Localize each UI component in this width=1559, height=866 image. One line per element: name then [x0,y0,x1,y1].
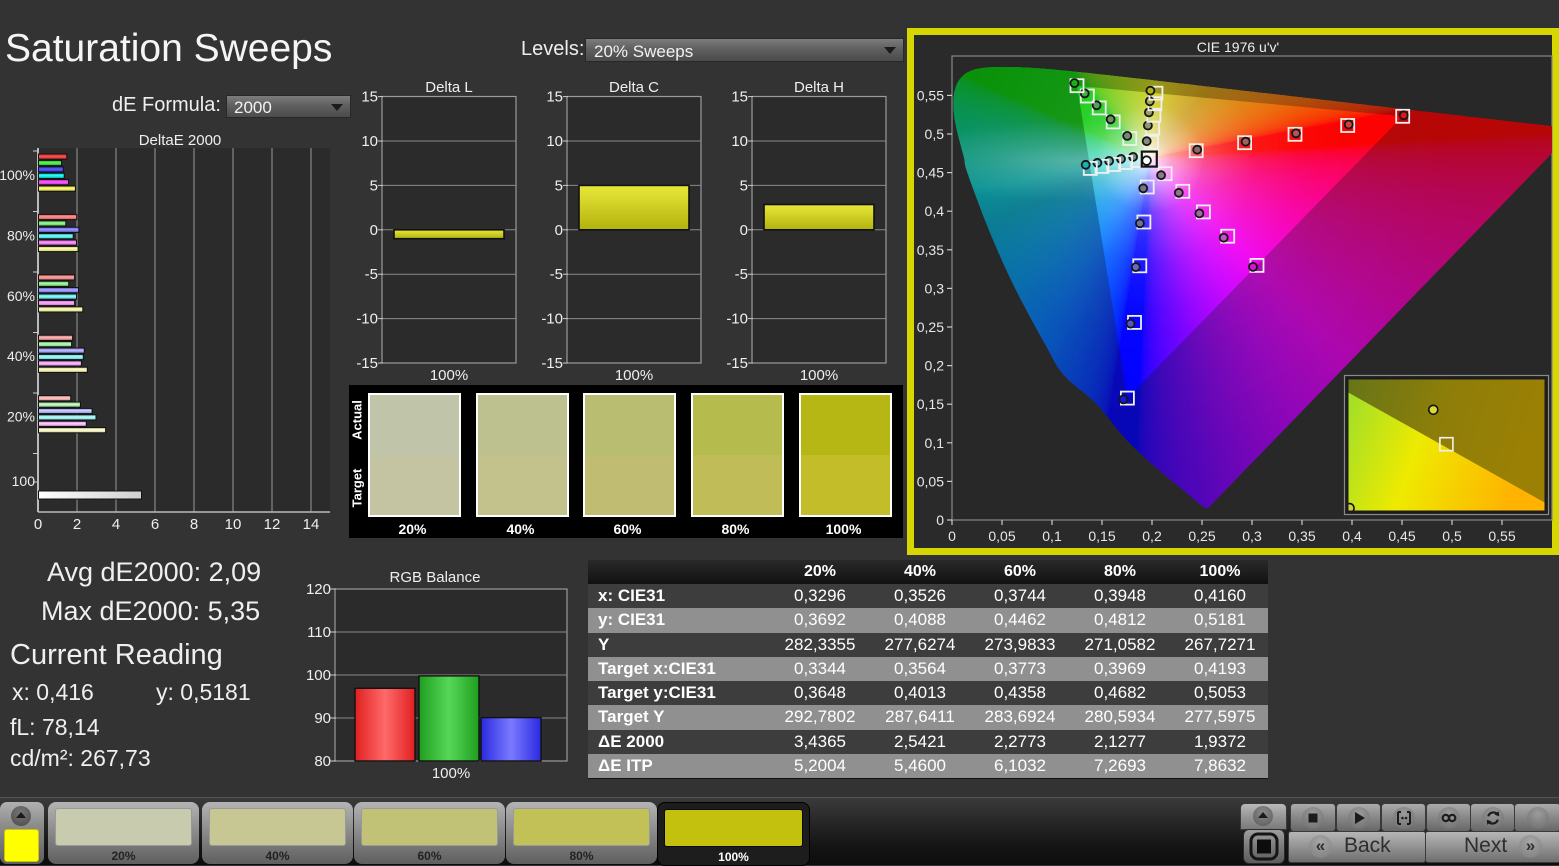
svg-text:0,15: 0,15 [1088,528,1115,544]
svg-text:-10: -10 [356,311,378,328]
svg-text:0,4: 0,4 [1342,528,1362,544]
svg-text:0,45: 0,45 [1388,528,1415,544]
svg-text:0,05: 0,05 [917,473,944,489]
svg-text:80: 80 [314,753,331,770]
svg-text:0,3: 0,3 [925,280,945,296]
svg-text:15: 15 [546,89,563,106]
svg-text:100%: 100% [432,765,470,780]
svg-text:120: 120 [306,581,331,598]
svg-text:-15: -15 [356,355,378,372]
svg-text:0,55: 0,55 [917,87,944,103]
svg-text:0,1: 0,1 [1042,528,1062,544]
svg-text:0,4: 0,4 [925,203,945,219]
svg-text:5: 5 [740,177,748,194]
svg-text:0,1: 0,1 [925,435,945,451]
svg-text:100: 100 [12,473,36,489]
svg-text:DeltaE 2000: DeltaE 2000 [139,132,222,149]
svg-text:0,15: 0,15 [917,396,944,412]
svg-text:0: 0 [948,528,956,544]
svg-text:10: 10 [546,133,563,150]
svg-text:RGB Balance: RGB Balance [390,569,481,586]
svg-text:-5: -5 [365,266,378,283]
svg-text:CIE 1976 u'v': CIE 1976 u'v' [1197,39,1279,55]
svg-text:0,35: 0,35 [917,242,944,258]
svg-text:14: 14 [303,516,320,533]
svg-text:0,25: 0,25 [917,319,944,335]
svg-text:0: 0 [34,516,42,533]
svg-text:-15: -15 [541,355,563,372]
svg-text:10: 10 [361,133,378,150]
svg-text:110: 110 [307,624,331,641]
svg-text:0,55: 0,55 [1488,528,1515,544]
svg-text:0,25: 0,25 [1188,528,1215,544]
svg-text:-10: -10 [541,311,563,328]
svg-text:0,2: 0,2 [1142,528,1162,544]
svg-text:60%: 60% [7,288,35,304]
svg-text:0,5: 0,5 [925,126,945,142]
svg-text:100%: 100% [800,367,838,384]
svg-text:0,2: 0,2 [925,358,945,374]
svg-text:80%: 80% [7,227,35,243]
svg-text:15: 15 [361,89,378,106]
svg-text:2: 2 [73,516,81,533]
svg-text:0,45: 0,45 [917,165,944,181]
svg-text:100%: 100% [430,367,468,384]
svg-text:0,5: 0,5 [1442,528,1462,544]
svg-text:8: 8 [190,516,198,533]
svg-text:Delta H: Delta H [794,80,844,96]
svg-text:Delta C: Delta C [609,80,659,96]
svg-text:0: 0 [370,222,378,239]
svg-text:10: 10 [731,133,748,150]
svg-text:-5: -5 [735,266,748,283]
svg-text:12: 12 [264,516,281,533]
svg-text:5: 5 [370,177,378,194]
svg-text:0,35: 0,35 [1288,528,1315,544]
svg-text:Delta L: Delta L [425,80,473,96]
svg-text:-10: -10 [726,311,748,328]
svg-text:0: 0 [740,222,748,239]
svg-text:100%: 100% [0,167,35,183]
svg-text:15: 15 [731,89,748,106]
svg-text:-5: -5 [550,266,563,283]
svg-text:90: 90 [314,710,331,727]
svg-text:40%: 40% [7,348,35,364]
svg-text:0,05: 0,05 [988,528,1015,544]
svg-text:-15: -15 [726,355,748,372]
svg-text:5: 5 [555,177,563,194]
svg-text:20%: 20% [7,409,35,425]
svg-text:4: 4 [112,516,120,533]
svg-text:6: 6 [151,516,159,533]
svg-text:100: 100 [306,667,331,684]
svg-text:0: 0 [936,512,944,528]
svg-text:100%: 100% [615,367,653,384]
svg-text:10: 10 [225,516,242,533]
svg-text:0: 0 [555,222,563,239]
svg-text:0,3: 0,3 [1242,528,1262,544]
